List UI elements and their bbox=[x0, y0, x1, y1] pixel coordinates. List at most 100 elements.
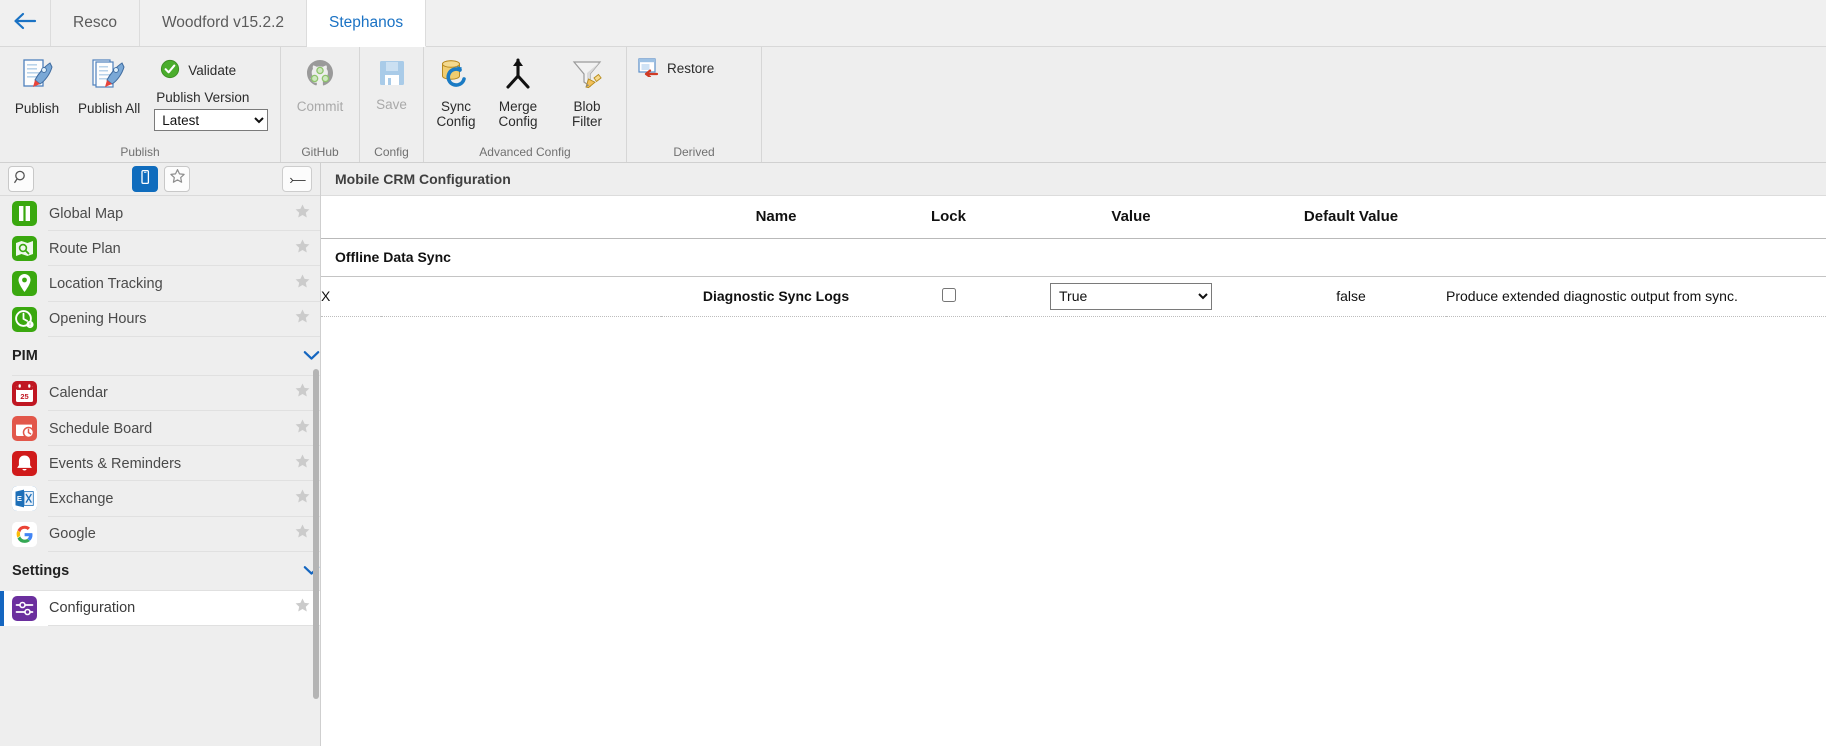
favorite-star-icon[interactable] bbox=[284, 273, 320, 295]
page-title: Mobile CRM Configuration bbox=[321, 163, 1826, 196]
collapse-panel-button[interactable]: ›— bbox=[282, 166, 312, 192]
sync-config-button[interactable]: Sync Config bbox=[425, 53, 487, 133]
col-description bbox=[1446, 196, 1826, 238]
commit-button[interactable]: Commit bbox=[289, 53, 352, 118]
restore-button[interactable]: Restore bbox=[631, 53, 720, 84]
publish-version-label: Publish Version bbox=[154, 90, 268, 105]
sidebar-item-label: Configuration bbox=[49, 600, 284, 616]
tabbar-filler bbox=[426, 0, 1826, 46]
ribbon-group-github-label: GitHub bbox=[281, 144, 359, 162]
table-group-title: Offline Data Sync bbox=[321, 238, 1826, 276]
back-button[interactable] bbox=[0, 0, 51, 46]
exchange-icon: E bbox=[12, 486, 37, 511]
tab-stephanos[interactable]: Stephanos bbox=[307, 0, 426, 47]
sidebar-section-settings[interactable]: Settings bbox=[0, 552, 320, 591]
sidebar-section-label: PIM bbox=[12, 348, 303, 364]
sidebar-item-label: Schedule Board bbox=[49, 421, 284, 437]
sidebar-scrollbar[interactable] bbox=[313, 369, 319, 699]
search-icon bbox=[13, 169, 29, 190]
save-floppy-icon bbox=[376, 57, 408, 92]
col-name[interactable]: Name bbox=[661, 196, 891, 238]
device-filter-button[interactable] bbox=[132, 166, 158, 192]
lock-checkbox[interactable] bbox=[942, 288, 956, 302]
save-button[interactable]: Save bbox=[367, 53, 417, 116]
ribbon-group-derived: Restore Derived bbox=[627, 47, 762, 162]
value-select[interactable]: True bbox=[1050, 283, 1212, 310]
sliders-config-icon bbox=[12, 596, 37, 621]
sidebar-item-global-map[interactable]: Global Map bbox=[0, 196, 320, 231]
back-arrow-icon bbox=[12, 11, 38, 36]
publish-all-button[interactable]: Publish All bbox=[70, 53, 148, 120]
restore-window-icon bbox=[637, 57, 659, 80]
body-container: ›— Global Map Route Plan Location Tracking… bbox=[0, 163, 1826, 746]
ribbon-group-publish: Publish Publish A bbox=[0, 47, 281, 162]
ribbon-group-derived-label: Derived bbox=[627, 144, 761, 162]
col-value[interactable]: Value bbox=[1006, 196, 1256, 238]
sidebar-item-label: Exchange bbox=[49, 491, 284, 507]
favorite-star-icon[interactable] bbox=[284, 238, 320, 260]
ribbon-filler bbox=[762, 47, 1826, 162]
favorite-star-icon[interactable] bbox=[284, 203, 320, 225]
tab-resco[interactable]: Resco bbox=[51, 0, 140, 46]
table-group-row[interactable]: Offline Data Sync bbox=[321, 238, 1826, 276]
col-lock[interactable]: Lock bbox=[891, 196, 1006, 238]
restore-button-label: Restore bbox=[667, 61, 714, 76]
table-body: Offline Data Sync X Diagnostic Sync Logs… bbox=[321, 238, 1826, 316]
row-lock-cell bbox=[891, 276, 1006, 316]
search-button[interactable] bbox=[8, 166, 34, 192]
main-panel: Mobile CRM Configuration Name Lock Value… bbox=[321, 163, 1826, 746]
sidebar-item-label: Calendar bbox=[49, 385, 284, 401]
publish-rocket-icon bbox=[19, 57, 55, 96]
sidebar-item-calendar[interactable]: 25 Calendar bbox=[0, 376, 320, 411]
col-blank bbox=[381, 196, 661, 238]
ribbon-group-publish-label: Publish bbox=[0, 144, 280, 162]
sidebar-item-events-reminders[interactable]: Events & Reminders bbox=[0, 446, 320, 481]
collapse-panel-icon: ›— bbox=[289, 172, 304, 187]
sidebar-section-label: Settings bbox=[12, 563, 303, 579]
blob-filter-button[interactable]: Blob Filter bbox=[549, 53, 625, 133]
ribbon-group-config-label: Config bbox=[360, 144, 423, 162]
row-description: Produce extended diagnostic output from … bbox=[1446, 276, 1826, 316]
sync-config-label-line1: Sync bbox=[441, 99, 471, 114]
publish-button[interactable]: Publish bbox=[4, 53, 70, 120]
merge-config-label-line1: Merge bbox=[499, 99, 537, 114]
tab-resco-label: Resco bbox=[73, 14, 117, 32]
tab-stephanos-label: Stephanos bbox=[329, 14, 403, 32]
sidebar-section-pim[interactable]: PIM bbox=[0, 337, 320, 376]
ribbon-group-advanced-config: Sync Config Merge Config bbox=[424, 47, 627, 162]
validate-button[interactable]: Validate bbox=[154, 55, 268, 86]
merge-branch-icon bbox=[501, 57, 535, 94]
tab-woodford[interactable]: Woodford v15.2.2 bbox=[140, 0, 307, 46]
favorite-star-icon[interactable] bbox=[284, 308, 320, 330]
col-default-value[interactable]: Default Value bbox=[1256, 196, 1446, 238]
sidebar-item-schedule-board[interactable]: Schedule Board bbox=[0, 411, 320, 446]
publish-version-select[interactable]: Latest bbox=[154, 109, 268, 131]
sidebar-item-exchange[interactable]: E Exchange bbox=[0, 481, 320, 516]
svg-text:25: 25 bbox=[20, 392, 28, 401]
bell-reminder-icon bbox=[12, 451, 37, 476]
row-spacer bbox=[381, 276, 661, 316]
github-commit-icon bbox=[303, 57, 337, 94]
sidebar-item-opening-hours[interactable]: !Opening Hours bbox=[0, 302, 320, 337]
calendar-icon: 25 bbox=[12, 381, 37, 406]
sidebar-item-configuration[interactable]: Configuration bbox=[0, 591, 320, 626]
sidebar-item-label: Global Map bbox=[49, 206, 284, 222]
merge-config-button[interactable]: Merge Config bbox=[487, 53, 549, 133]
chevron-down-icon[interactable] bbox=[303, 348, 320, 365]
ribbon-group-advanced-config-label: Advanced Config bbox=[424, 144, 626, 162]
row-default-value: false bbox=[1256, 276, 1446, 316]
sync-config-label-line2: Config bbox=[436, 114, 475, 129]
table-row[interactable]: X Diagnostic Sync Logs True false Produc… bbox=[321, 276, 1826, 316]
row-name: Diagnostic Sync Logs bbox=[661, 276, 891, 316]
funnel-pencil-icon bbox=[569, 57, 605, 94]
favorites-filter-button[interactable] bbox=[164, 166, 190, 192]
separator bbox=[48, 625, 320, 626]
sidebar-item-location-tracking[interactable]: Location Tracking bbox=[0, 266, 320, 301]
sidebar-item-route-plan[interactable]: Route Plan bbox=[0, 231, 320, 266]
configuration-table: Name Lock Value Default Value Offline Da… bbox=[321, 196, 1826, 317]
sidebar-item-label: Route Plan bbox=[49, 241, 284, 257]
validate-button-label: Validate bbox=[188, 63, 236, 78]
row-x-marker[interactable]: X bbox=[321, 276, 381, 316]
mobile-device-icon bbox=[137, 169, 153, 190]
sidebar-item-google[interactable]: Google bbox=[0, 517, 320, 552]
